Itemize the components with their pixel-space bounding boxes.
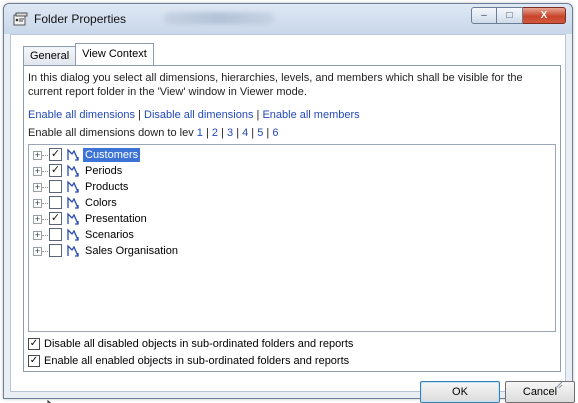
tree-node-label[interactable]: Sales Organisation bbox=[83, 244, 180, 258]
ok-button[interactable]: OK bbox=[420, 381, 500, 403]
tree-node-label[interactable]: Customers bbox=[83, 148, 141, 162]
expand-plus-icon[interactable]: + bbox=[33, 167, 42, 176]
tree-node-label[interactable]: Periods bbox=[83, 164, 124, 178]
expand-plus-icon[interactable]: + bbox=[33, 183, 42, 192]
link-separator: | bbox=[138, 109, 141, 121]
level-link-6[interactable]: 6 bbox=[272, 127, 278, 139]
disable-all-dimensions-link[interactable]: Disable all dimensions bbox=[144, 109, 253, 121]
dialog-client-area: General View Context In this dialog you … bbox=[10, 34, 575, 403]
tree-node-label[interactable]: Products bbox=[83, 180, 130, 194]
level-link-3[interactable]: 3 bbox=[227, 127, 233, 139]
link-separator: | bbox=[221, 127, 224, 139]
enable-subordinated-checkbox[interactable]: ✓ bbox=[28, 354, 40, 367]
tree-connector bbox=[42, 203, 48, 204]
resize-grip-icon[interactable] bbox=[553, 379, 563, 389]
tree-node[interactable]: + Products bbox=[29, 179, 555, 195]
dimension-checkbox[interactable] bbox=[49, 180, 62, 193]
disable-subordinated-option[interactable]: ✓ Disable all disabled objects in sub-or… bbox=[28, 336, 353, 351]
tree-node[interactable]: + Colors bbox=[29, 195, 555, 211]
tree-connector bbox=[42, 155, 48, 156]
folder-properties-window: Folder Properties – □ X General View Con… bbox=[3, 3, 575, 403]
window-controls: – □ X bbox=[471, 7, 566, 24]
level-link-4[interactable]: 4 bbox=[242, 127, 248, 139]
window-title: Folder Properties bbox=[34, 12, 127, 26]
enable-subordinated-option[interactable]: ✓ Enable all enabled objects in sub-ordi… bbox=[28, 353, 349, 368]
intro-text: In this dialog you select all dimensions… bbox=[28, 72, 523, 98]
tree-connector bbox=[42, 251, 48, 252]
dimension-checkbox[interactable]: ✓ bbox=[49, 148, 62, 161]
tree-node[interactable]: + Sales Organisation bbox=[29, 243, 555, 259]
level-links-row: Enable all dimensions down to lev 1 | 2 … bbox=[28, 127, 278, 139]
expand-plus-icon[interactable]: + bbox=[33, 215, 42, 224]
level-link-5[interactable]: 5 bbox=[257, 127, 263, 139]
dimension-checkbox[interactable] bbox=[49, 228, 62, 241]
hierarchy-icon bbox=[67, 244, 79, 257]
tree-connector bbox=[42, 219, 48, 220]
tree-node-label[interactable]: Scenarios bbox=[83, 228, 136, 242]
tab-general[interactable]: General bbox=[23, 46, 77, 65]
dimension-checkbox[interactable]: ✓ bbox=[49, 164, 62, 177]
cancel-button[interactable]: Cancel bbox=[505, 381, 575, 403]
tab-strip: General View Context bbox=[23, 43, 154, 65]
disable-subordinated-checkbox[interactable]: ✓ bbox=[28, 337, 40, 350]
minimize-button[interactable]: – bbox=[471, 7, 497, 24]
dimension-checkbox[interactable] bbox=[49, 244, 62, 257]
enable-all-dimensions-link[interactable]: Enable all dimensions bbox=[28, 109, 135, 121]
tab-view-context[interactable]: View Context bbox=[75, 43, 154, 65]
dimension-tree[interactable]: + ✓ Customers + ✓ Periods + Products + Colors + ✓ Pr… bbox=[28, 144, 556, 332]
tree-node[interactable]: + Scenarios bbox=[29, 227, 555, 243]
hierarchy-icon bbox=[67, 148, 79, 161]
expand-plus-icon[interactable]: + bbox=[33, 247, 42, 256]
blurred-title-area bbox=[164, 12, 274, 24]
expand-plus-icon[interactable]: + bbox=[33, 199, 42, 208]
tree-connector bbox=[42, 187, 48, 188]
tree-node[interactable]: + ✓ Customers bbox=[29, 147, 555, 163]
dimension-checkbox[interactable]: ✓ bbox=[49, 212, 62, 225]
level-link-2[interactable]: 2 bbox=[212, 127, 218, 139]
title-bar[interactable]: Folder Properties – □ X bbox=[4, 4, 572, 34]
hierarchy-icon bbox=[67, 212, 79, 225]
link-separator: | bbox=[266, 127, 270, 139]
link-separator: | bbox=[256, 109, 260, 121]
link-separator: | bbox=[205, 127, 209, 139]
folder-properties-icon bbox=[13, 12, 28, 26]
enable-subordinated-label: Enable all enabled objects in sub-ordina… bbox=[44, 354, 350, 367]
expand-plus-icon[interactable]: + bbox=[33, 151, 42, 160]
tree-node-label[interactable]: Presentation bbox=[83, 212, 149, 226]
link-separator: | bbox=[251, 127, 255, 139]
level-link-1[interactable]: 1 bbox=[197, 127, 203, 139]
hierarchy-icon bbox=[67, 228, 79, 241]
tree-node-label[interactable]: Colors bbox=[83, 196, 119, 210]
link-separator: | bbox=[236, 127, 240, 139]
tree-connector bbox=[42, 171, 48, 172]
levels-prefix: Enable all dimensions down to lev bbox=[28, 127, 194, 139]
maximize-button[interactable]: □ bbox=[497, 7, 523, 24]
tree-connector bbox=[42, 235, 48, 236]
tree-node[interactable]: + ✓ Presentation bbox=[29, 211, 555, 227]
view-context-panel: In this dialog you select all dimensions… bbox=[23, 65, 561, 372]
hierarchy-icon bbox=[67, 180, 79, 193]
enable-all-members-link[interactable]: Enable all members bbox=[262, 109, 359, 121]
tree-node[interactable]: + ✓ Periods bbox=[29, 163, 555, 179]
expand-plus-icon[interactable]: + bbox=[33, 231, 42, 240]
hierarchy-icon bbox=[67, 164, 79, 177]
close-button[interactable]: X bbox=[523, 7, 566, 24]
hierarchy-icon bbox=[67, 196, 79, 209]
enable-links-row: Enable all dimensions | Disable all dime… bbox=[28, 109, 360, 121]
disable-subordinated-label: Disable all disabled objects in sub-ordi… bbox=[44, 337, 354, 350]
dimension-checkbox[interactable] bbox=[49, 196, 62, 209]
